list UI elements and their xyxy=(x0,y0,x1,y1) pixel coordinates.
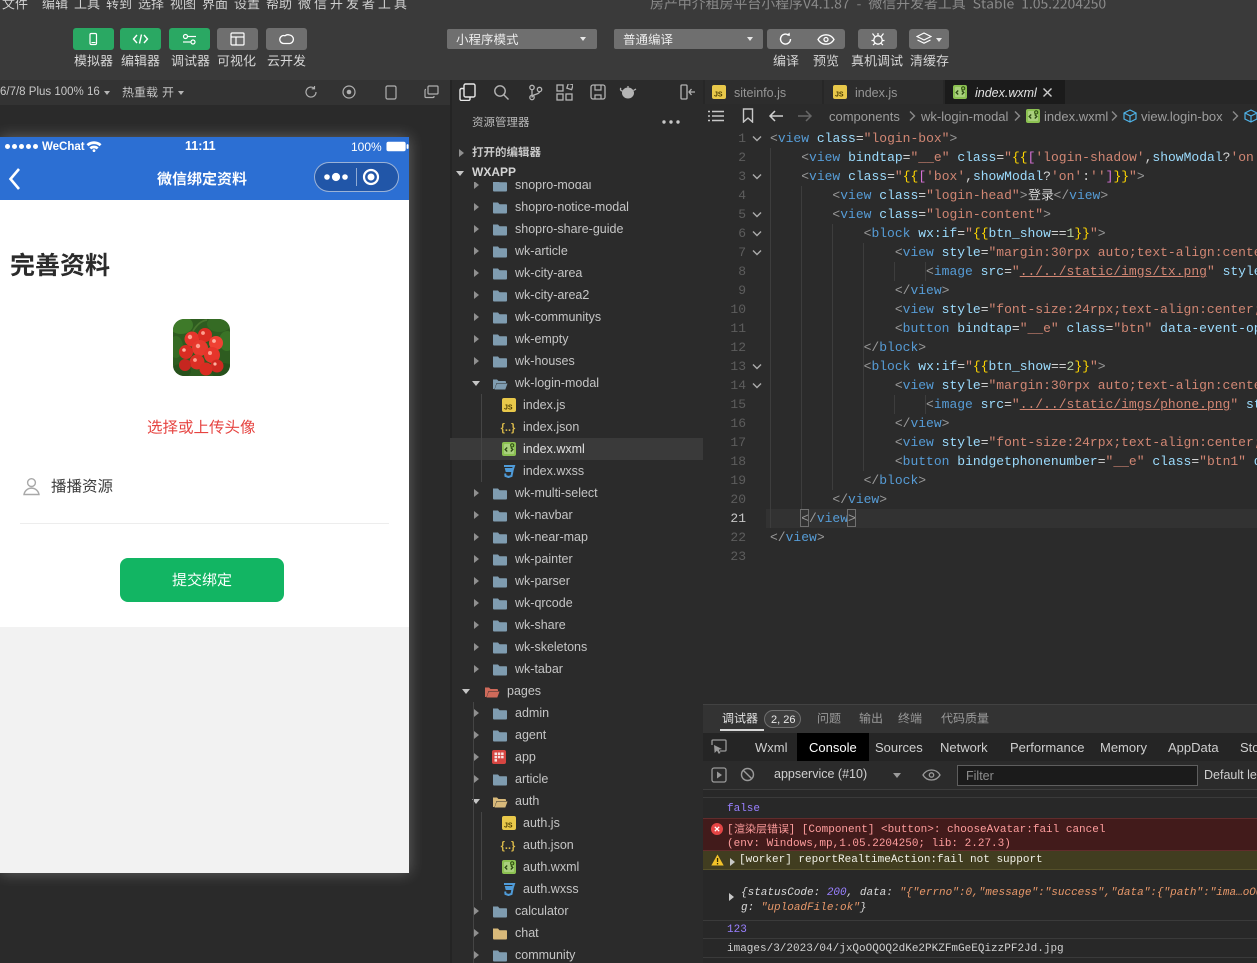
svg-text:JS: JS xyxy=(835,92,844,99)
svg-text:{..}: {..} xyxy=(501,840,516,852)
svg-text:JS: JS xyxy=(504,823,513,830)
svg-text:JS: JS xyxy=(714,92,723,99)
svg-text:JS: JS xyxy=(504,405,513,412)
svg-text:{..}: {..} xyxy=(501,422,516,434)
